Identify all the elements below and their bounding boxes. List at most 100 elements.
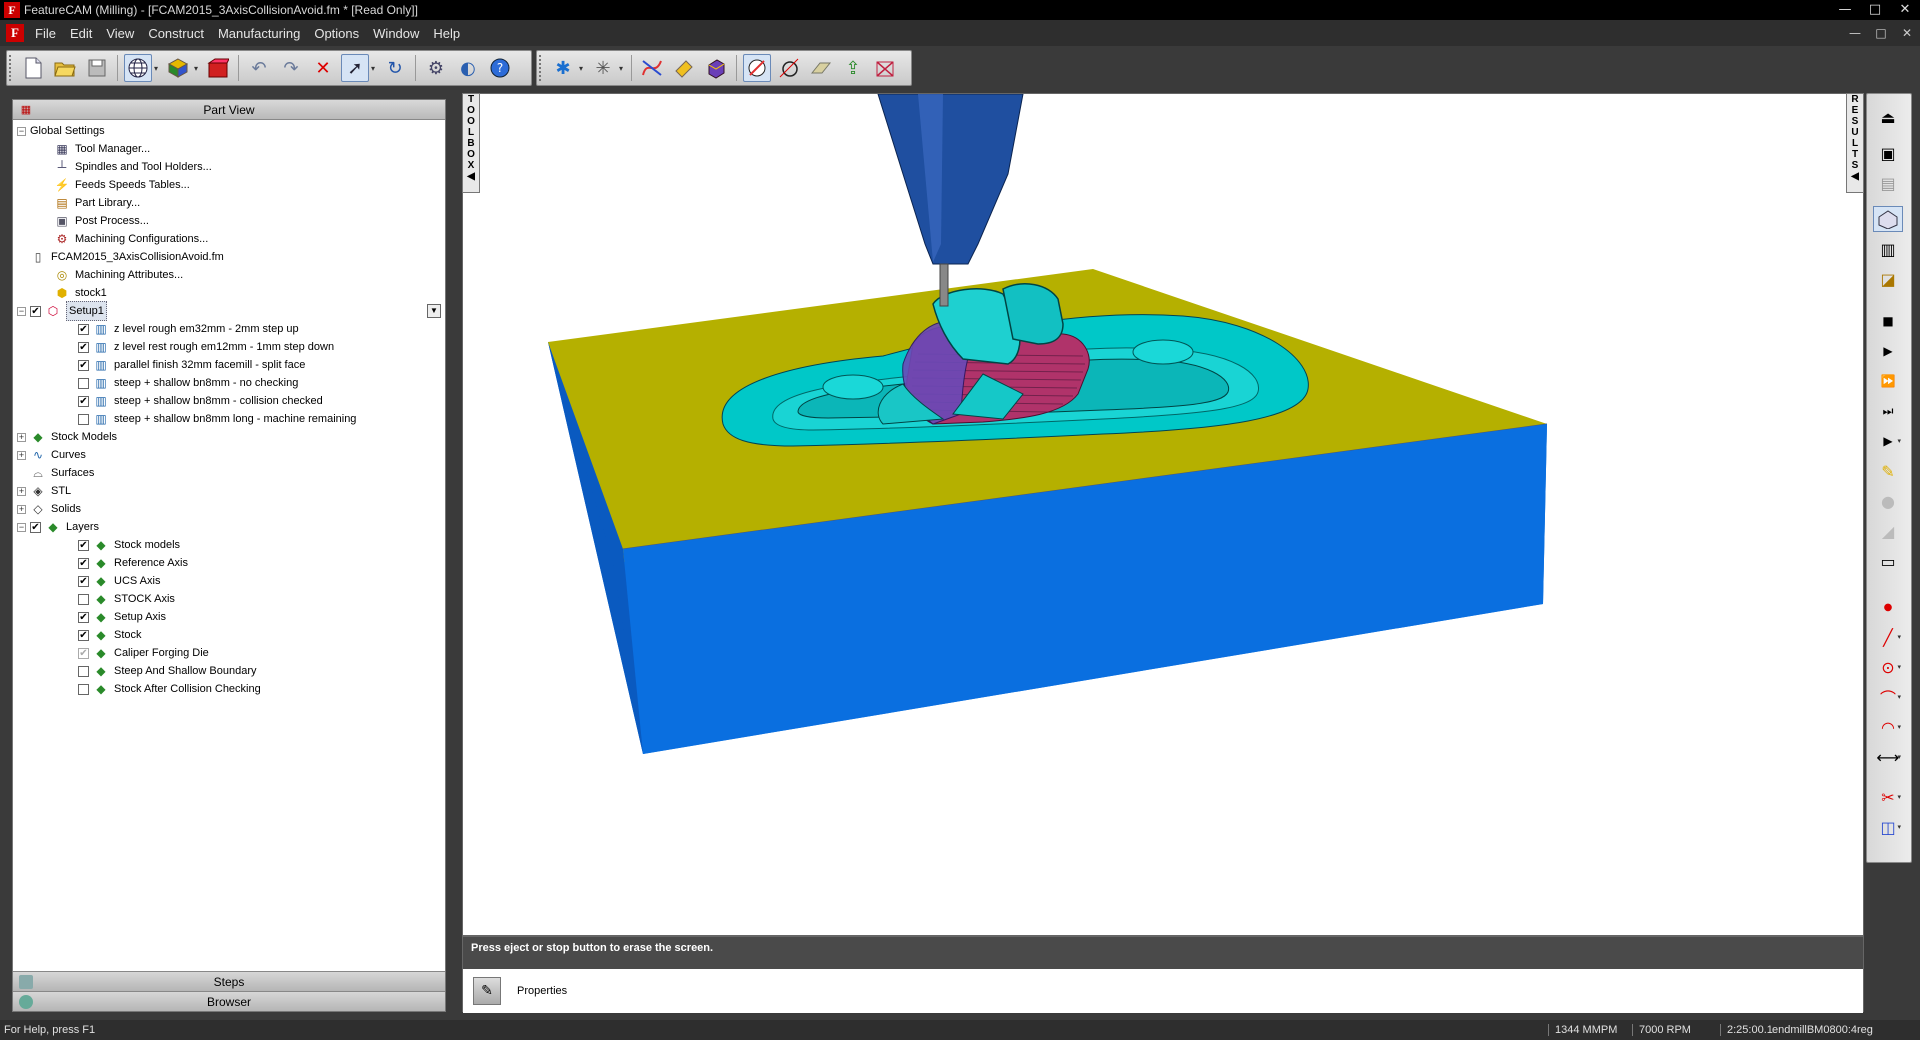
stop-icon[interactable]: ■	[1873, 308, 1903, 334]
collapse-arrow-icon[interactable]: ◀	[1851, 171, 1859, 182]
tree-item[interactable]: ▣ Post Process...	[13, 212, 445, 230]
tree-checkbox[interactable]	[78, 593, 89, 605]
tree-item[interactable]: ◆ Stock	[13, 626, 445, 644]
setup-icon[interactable]: ⚙	[422, 54, 450, 82]
properties-icon[interactable]: ✎	[473, 977, 501, 1005]
tree-item[interactable]: ▤ Part Library...	[13, 194, 445, 212]
properties-label[interactable]: Properties	[517, 985, 567, 997]
expand-icon[interactable]: +	[17, 432, 26, 442]
select-dropdown-icon[interactable]: ▾	[371, 64, 379, 73]
view-globe-icon[interactable]	[124, 54, 152, 82]
tree-item[interactable]: ▥ parallel finish 32mm facemill - split f…	[13, 356, 445, 374]
dimension-icon[interactable]: ⟷ ▾	[1873, 744, 1903, 770]
mdi-close-icon[interactable]: ✕	[1894, 20, 1920, 46]
menu-file[interactable]: File	[28, 26, 63, 41]
curve-icon[interactable]	[638, 54, 666, 82]
maximize-icon[interactable]: □	[1860, 0, 1890, 20]
line-icon[interactable]: ╱ ▾	[1873, 624, 1903, 650]
help-icon[interactable]: ?	[486, 54, 514, 82]
tool-icon[interactable]: ◪	[1873, 266, 1903, 292]
grid-icon[interactable]: ✳	[589, 54, 617, 82]
collapse-icon[interactable]: −	[17, 126, 26, 136]
circle-icon[interactable]	[775, 54, 803, 82]
3d-sim-icon[interactable]	[1873, 206, 1903, 232]
expand-icon[interactable]: +	[17, 486, 26, 496]
menu-options[interactable]: Options	[307, 26, 366, 41]
tree-item[interactable]: ◆ Reference Axis	[13, 554, 445, 572]
toolpath-sim-icon[interactable]: ▥	[1873, 236, 1903, 262]
grid-dropdown-icon[interactable]: ▾	[619, 64, 627, 73]
document-logo-icon[interactable]: F	[6, 24, 24, 42]
snap-icon[interactable]: ✱	[549, 54, 577, 82]
mdi-minimize-icon[interactable]: —	[1842, 20, 1868, 46]
boundary-icon[interactable]: ◫ ▾	[1873, 814, 1903, 840]
close-icon[interactable]: ✕	[1890, 0, 1920, 20]
results-tab[interactable]: R E S U L T S ◀	[1846, 93, 1864, 193]
setup-dropdown-icon[interactable]: ▼	[427, 304, 441, 318]
tree-item[interactable]: − ⬡ Setup1 ▼	[13, 301, 445, 321]
menu-help[interactable]: Help	[426, 26, 467, 41]
collapse-icon[interactable]: −	[17, 522, 26, 532]
circle-icon[interactable]: ⊙ ▾	[1873, 654, 1903, 680]
tab-browser[interactable]: Browser	[13, 991, 445, 1011]
solid-icon[interactable]	[702, 54, 730, 82]
snap-dropdown-icon[interactable]: ▾	[579, 64, 587, 73]
menu-edit[interactable]: Edit	[63, 26, 99, 41]
toolbox-tab[interactable]: T O O L B O X ◀	[462, 93, 480, 193]
arc-icon[interactable]: ⌒ ▾	[1873, 684, 1903, 710]
toolbar-grip[interactable]	[539, 55, 543, 81]
tree-item[interactable]: ▥ z level rough em32mm - 2mm step up	[13, 320, 445, 338]
expand-icon[interactable]: +	[17, 504, 26, 514]
slider-icon[interactable]: ▭	[1873, 548, 1903, 574]
tree-item[interactable]: ┴ Spindles and Tool Holders...	[13, 158, 445, 176]
menu-construct[interactable]: Construct	[141, 26, 211, 41]
redo-icon[interactable]: ↷	[277, 54, 305, 82]
new-file-icon[interactable]	[19, 54, 47, 82]
color-dropdown-icon[interactable]: ▾	[194, 64, 202, 73]
export-icon[interactable]: ⇪	[839, 54, 867, 82]
tree-item[interactable]: − ◆ Layers	[13, 518, 445, 536]
open-folder-icon[interactable]	[51, 54, 79, 82]
fast-forward-icon[interactable]: ⏩	[1873, 368, 1903, 394]
stock-icon[interactable]	[204, 54, 232, 82]
tree-checkbox[interactable]	[78, 323, 89, 335]
tree-item[interactable]: ▦ Tool Manager...	[13, 140, 445, 158]
tree-item[interactable]: ▥ steep + shallow bn8mm - no checking	[13, 374, 445, 392]
tree-item[interactable]: ▥ steep + shallow bn8mm - collision check…	[13, 392, 445, 410]
tree-item[interactable]: ▥ steep + shallow bn8mm long - machine re…	[13, 410, 445, 428]
surface-sim-icon[interactable]: ◢	[1873, 518, 1903, 544]
tree-checkbox[interactable]	[78, 341, 89, 353]
tree-item[interactable]: − Global Settings	[13, 122, 445, 140]
save-icon[interactable]	[83, 54, 111, 82]
collapse-arrow-icon[interactable]: ◀	[467, 171, 475, 182]
tree-item[interactable]: ⌓ Surfaces	[13, 464, 445, 482]
tree-item[interactable]: + ◆ Stock Models	[13, 428, 445, 446]
tree-item[interactable]: ◆ Caliper Forging Die	[13, 644, 445, 662]
select-pointer-icon[interactable]: ➚	[341, 54, 369, 82]
tree-item[interactable]: ⬢ stock1	[13, 284, 445, 302]
shaded-view-icon[interactable]: ▣	[1873, 140, 1903, 166]
eject-icon[interactable]: ⏏	[1873, 104, 1903, 130]
tree-checkbox[interactable]	[78, 539, 89, 551]
tree-checkbox[interactable]	[78, 575, 89, 587]
step-icon[interactable]: ⏭	[1873, 398, 1903, 424]
trim-icon[interactable]: ✂ ▾	[1873, 784, 1903, 810]
tree-item[interactable]: + ◇ Solids	[13, 500, 445, 518]
feature-icon[interactable]	[670, 54, 698, 82]
tree-item[interactable]: + ◈ STL	[13, 482, 445, 500]
tree-item[interactable]: ◎ Machining Attributes...	[13, 266, 445, 284]
tree-checkbox[interactable]	[78, 359, 89, 371]
tree-checkbox[interactable]	[78, 611, 89, 623]
tree-checkbox[interactable]	[78, 647, 89, 659]
step-feature-icon[interactable]: ▶ ▾	[1873, 428, 1903, 454]
tree-item[interactable]: ▥ z level rest rough em12mm - 1mm step do…	[13, 338, 445, 356]
pencil-eraser-icon[interactable]: ✎	[1873, 458, 1903, 484]
menu-window[interactable]: Window	[366, 26, 426, 41]
menu-view[interactable]: View	[99, 26, 141, 41]
tree-checkbox[interactable]	[78, 683, 89, 695]
rotate-icon[interactable]: ↻	[381, 54, 409, 82]
collapse-icon[interactable]: −	[17, 306, 26, 316]
tree-checkbox[interactable]	[78, 629, 89, 641]
sphere-icon[interactable]: ●	[1873, 488, 1903, 514]
tree-checkbox[interactable]	[30, 305, 41, 317]
